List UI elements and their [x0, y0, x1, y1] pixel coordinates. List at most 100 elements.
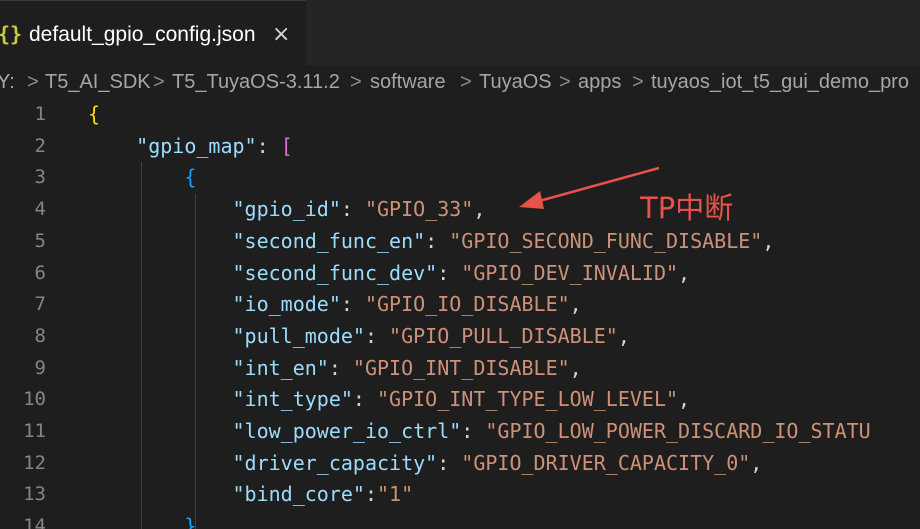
code-text: "low_power_io_ctrl": "GPIO_LOW_POWER_DIS…	[88, 416, 871, 448]
json-key: "bind_core"	[232, 482, 365, 507]
json-string: "GPIO_PULL_DISABLE"	[389, 323, 618, 348]
line-number: 9	[34, 356, 46, 379]
breadcrumb-item[interactable]: T5_TuyaOS-3.11.2	[172, 67, 340, 97]
json-key: "gpio_map"	[136, 133, 257, 158]
code-token: :	[328, 355, 353, 380]
code-text: {	[88, 99, 100, 131]
code-line[interactable]: 6 "second_func_dev": "GPIO_DEV_INVALID",	[0, 258, 920, 290]
code-line[interactable]: 7 "io_mode": "GPIO_IO_DISABLE",	[0, 289, 920, 321]
code-text: "driver_capacity": "GPIO_DRIVER_CAPACITY…	[88, 448, 763, 480]
code-line[interactable]: 1{	[0, 99, 920, 131]
code-line[interactable]: 3 {	[0, 162, 920, 194]
line-number: 8	[34, 324, 46, 347]
json-string: "1"	[377, 482, 414, 507]
chevron-right-icon: >	[460, 71, 472, 93]
code-token: :	[425, 228, 450, 253]
chevron-right-icon: >	[153, 71, 165, 93]
tab-bar: {} default_gpio_config.json ×	[0, 0, 920, 65]
code-token: :	[340, 197, 365, 222]
json-key: "second_func_en"	[232, 228, 426, 253]
chevron-right-icon: >	[350, 71, 362, 93]
code-token: :	[340, 292, 365, 317]
code-text: "int_type": "GPIO_INT_TYPE_LOW_LEVEL",	[88, 384, 691, 416]
breadcrumb-item[interactable]: tuyaos_iot_t5_gui_demo_pro	[651, 67, 909, 97]
code-line[interactable]: 14 }	[0, 511, 920, 529]
tab-title[interactable]: default_gpio_config.json	[29, 20, 256, 50]
code-token: :	[364, 323, 390, 348]
json-key: "low_power_io_ctrl"	[232, 419, 462, 443]
line-number: 4	[34, 198, 46, 221]
code-line[interactable]: 13 "bind_core":"1"	[0, 479, 920, 511]
code-line[interactable]: 9 "int_en": "GPIO_INT_DISABLE",	[0, 353, 920, 385]
json-string: "GPIO_INT_TYPE_LOW_LEVEL"	[377, 387, 679, 412]
json-key: "int_en"	[232, 355, 329, 380]
json-string: "GPIO_LOW_POWER_DISCARD_IO_STATU	[485, 419, 871, 443]
code-token: ,	[762, 228, 775, 253]
code-token: ,	[569, 292, 582, 317]
code-token: }	[184, 514, 197, 529]
json-string: "GPIO_INT_DISABLE"	[352, 355, 570, 380]
json-string: "GPIO_SECOND_FUNC_DISABLE"	[449, 228, 763, 253]
code-token: ,	[473, 197, 486, 222]
code-token: ,	[569, 355, 582, 380]
code-line[interactable]: 4 "gpio_id": "GPIO_33",	[0, 194, 920, 226]
code-text: "int_en": "GPIO_INT_DISABLE",	[88, 353, 582, 385]
code-token: ,	[617, 323, 630, 348]
json-file-icon: {}	[0, 22, 23, 46]
code-text: "bind_core":"1"	[88, 479, 414, 511]
code-line[interactable]: 11 "low_power_io_ctrl": "GPIO_LOW_POWER_…	[0, 416, 920, 448]
code-token: :	[364, 482, 377, 507]
code-token: {	[184, 165, 197, 190]
json-string: "GPIO_DEV_INVALID"	[461, 260, 679, 285]
line-number: 10	[23, 388, 46, 411]
editor-tab-active[interactable]: {} default_gpio_config.json ×	[0, 0, 306, 65]
code-line[interactable]: 12 "driver_capacity": "GPIO_DRIVER_CAPAC…	[0, 448, 920, 480]
breadcrumb-item[interactable]: apps	[578, 67, 621, 97]
json-string: "GPIO_33"	[364, 197, 474, 222]
code-line[interactable]: 2 "gpio_map": [	[0, 131, 920, 163]
code-text: "gpio_id": "GPIO_33",	[88, 194, 486, 226]
json-string: "GPIO_IO_DISABLE"	[364, 292, 570, 317]
breadcrumb-item[interactable]: Y:	[0, 67, 15, 97]
code-text: "io_mode": "GPIO_IO_DISABLE",	[88, 289, 582, 321]
code-text: "second_func_dev": "GPIO_DEV_INVALID",	[88, 258, 691, 290]
code-token: ,	[678, 260, 691, 285]
breadcrumb: Y: > T5_AI_SDK > T5_TuyaOS-3.11.2 > software > T…	[0, 65, 920, 99]
json-key: "driver_capacity"	[232, 450, 438, 475]
json-string: "GPIO_DRIVER_CAPACITY_0"	[461, 450, 751, 475]
json-key: "int_type"	[232, 387, 353, 412]
code-line[interactable]: 5 "second_func_en": "GPIO_SECOND_FUNC_DI…	[0, 226, 920, 258]
code-token: [	[280, 133, 293, 158]
json-key: "pull_mode"	[232, 323, 365, 348]
json-key: "gpio_id"	[232, 197, 341, 222]
code-line[interactable]: 10 "int_type": "GPIO_INT_TYPE_LOW_LEVEL"…	[0, 384, 920, 416]
line-number: 14	[23, 515, 46, 529]
code-text: "second_func_en": "GPIO_SECOND_FUNC_DISA…	[88, 226, 775, 258]
code-line[interactable]: 8 "pull_mode": "GPIO_PULL_DISABLE",	[0, 321, 920, 353]
line-number: 7	[34, 293, 46, 316]
annotation-label: TP中断	[640, 191, 734, 225]
chevron-right-icon: >	[27, 71, 39, 93]
breadcrumb-item[interactable]: TuyaOS	[479, 67, 552, 97]
breadcrumb-item[interactable]: T5_AI_SDK	[45, 67, 151, 97]
breadcrumb-item[interactable]: software	[370, 67, 446, 97]
close-icon[interactable]: ×	[272, 20, 290, 50]
code-token: :	[437, 450, 462, 475]
code-text: }	[88, 511, 196, 529]
code-token: :	[437, 260, 462, 285]
code-token: ,	[678, 387, 691, 412]
code-editor[interactable]: 1{2 "gpio_map": [3 {4 "gpio_id": "GPIO_3…	[0, 99, 920, 529]
line-number: 6	[34, 261, 46, 284]
code-text: {	[88, 162, 196, 194]
